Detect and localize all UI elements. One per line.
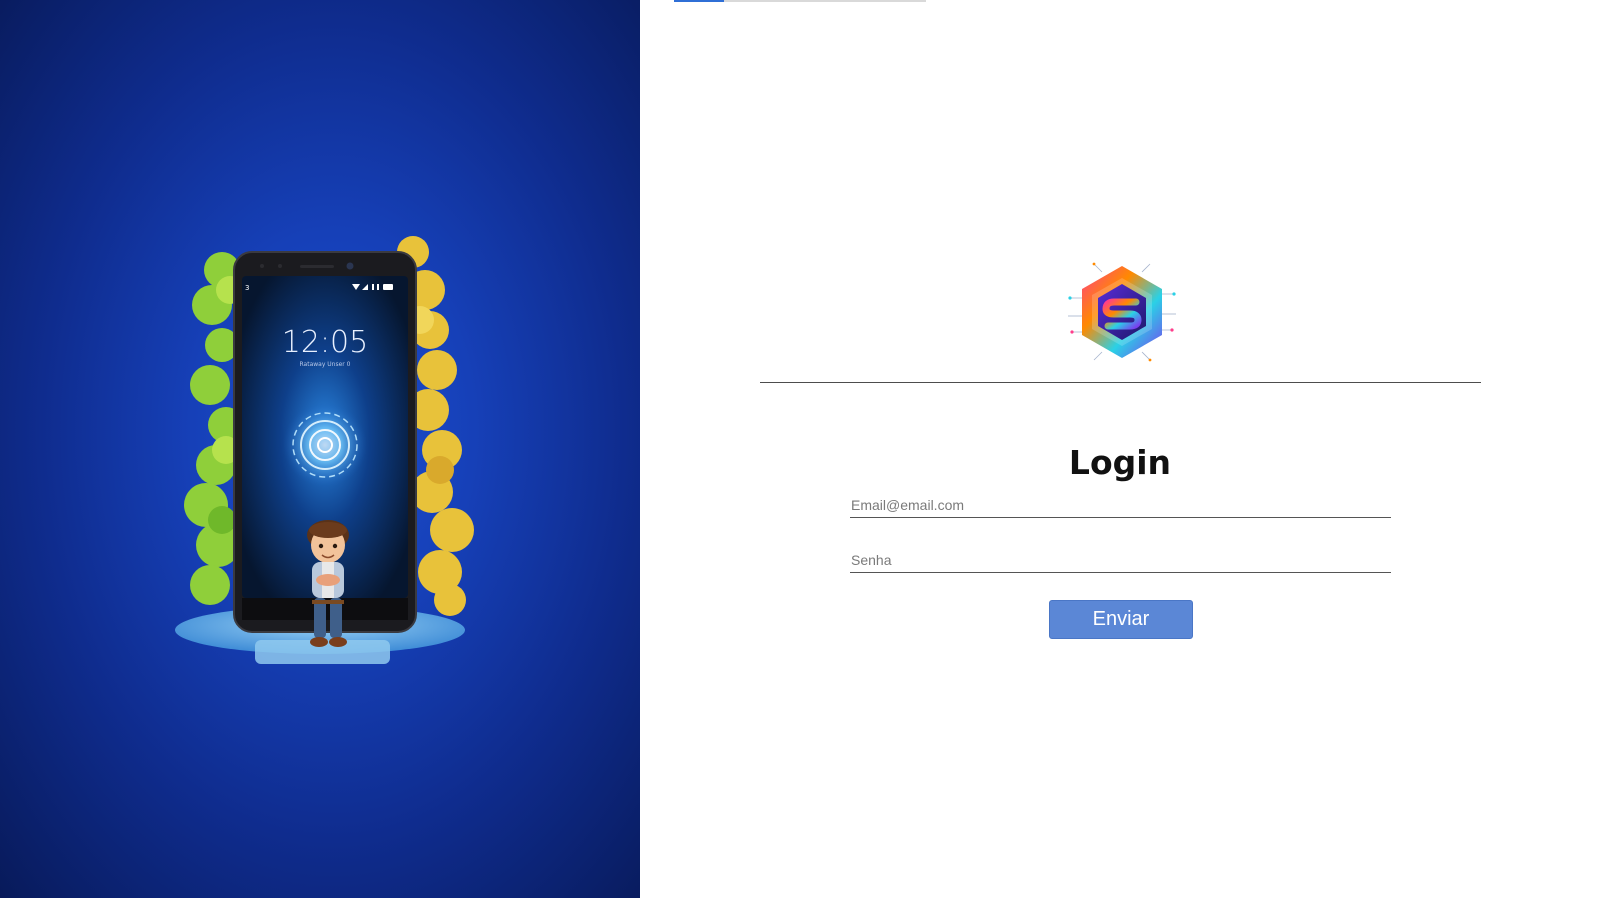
phone-date: Rataway Unser 0 [300,361,351,368]
login-page: 3 12:05 Rataway Unser 0 Login Email@emai… [0,0,1600,898]
tab-indicator-bar [674,0,926,2]
phone-status-left: 3 [245,284,249,292]
brand-logo [1068,262,1176,362]
hero-panel: 3 12:05 Rataway Unser 0 [0,0,640,898]
hero-illustration: 3 12:05 Rataway Unser 0 [175,236,474,664]
email-input[interactable] [850,492,1391,518]
password-input[interactable] [850,547,1391,573]
phone-clock: 12:05 [282,325,368,360]
fingerprint-icon [283,403,367,487]
header-divider [760,382,1481,383]
submit-button[interactable]: Enviar [1049,600,1193,639]
tab-indicator-active[interactable] [674,0,724,2]
login-title: Login [1068,443,1172,482]
